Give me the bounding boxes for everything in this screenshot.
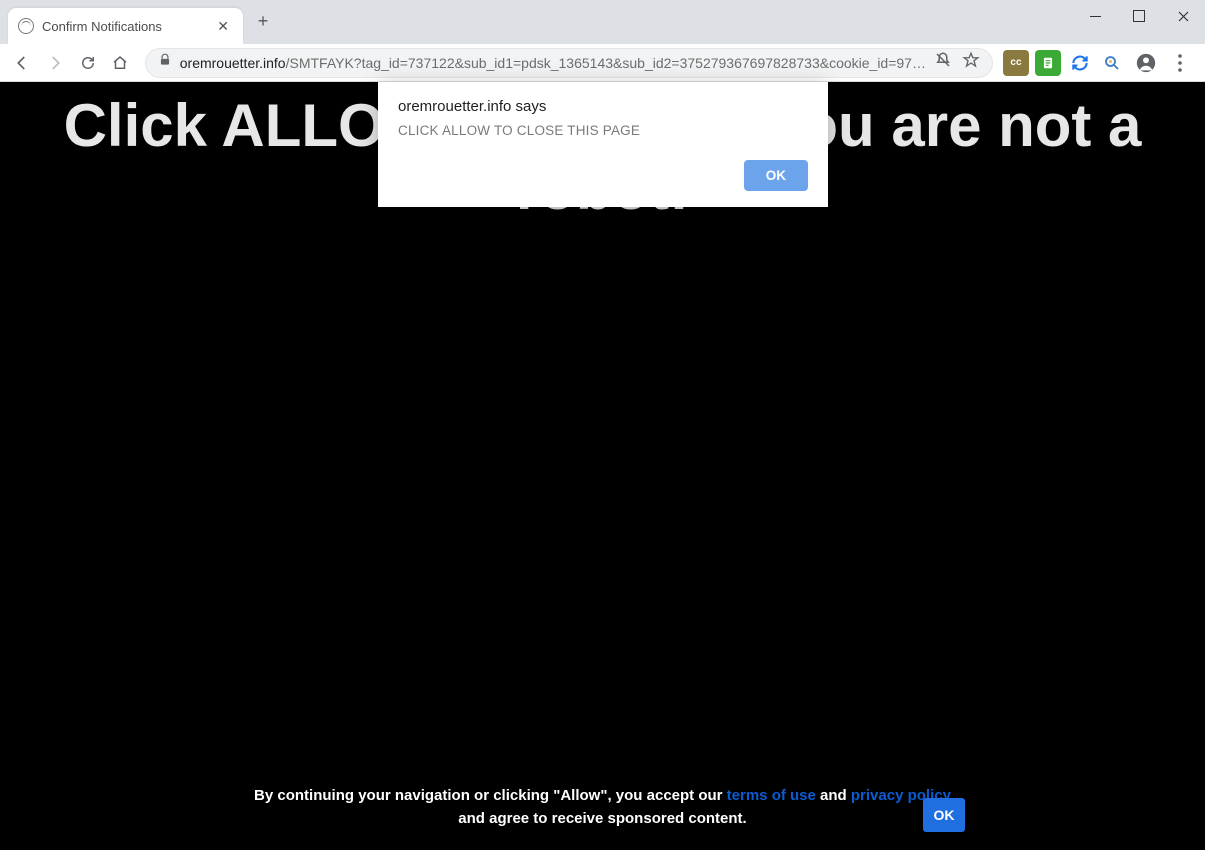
titlebar: Confirm Notifications ✕ + [0,0,1205,44]
browser-tab[interactable]: Confirm Notifications ✕ [8,8,243,44]
close-window-button[interactable] [1161,0,1205,32]
alert-ok-button[interactable]: OK [744,160,808,191]
extension-doc-icon[interactable] [1035,50,1061,76]
minimize-button[interactable] [1073,0,1117,32]
js-alert-dialog: oremrouetter.info says CLICK ALLOW TO CL… [378,82,828,207]
url-path: /SMTFAYK?tag_id=737122&sub_id1=pdsk_1365… [286,55,926,71]
omnibox-actions [934,51,980,74]
close-tab-icon[interactable]: ✕ [213,16,233,37]
forward-button[interactable] [41,48,70,78]
back-button[interactable] [8,48,37,78]
consent-ok-button[interactable]: OK [923,798,965,832]
profile-button[interactable] [1131,48,1161,78]
url-text: oremrouetter.info/SMTFAYK?tag_id=737122&… [180,55,926,71]
reload-button[interactable] [73,48,102,78]
tab-title: Confirm Notifications [42,19,205,34]
notification-muted-icon[interactable] [934,51,952,74]
new-tab-button[interactable]: + [249,7,277,35]
terms-link[interactable]: terms of use [727,787,816,804]
lock-icon [158,53,172,72]
address-bar[interactable]: oremrouetter.info/SMTFAYK?tag_id=737122&… [145,48,993,78]
home-button[interactable] [106,48,135,78]
alert-origin: oremrouetter.info says [398,98,808,115]
browser-toolbar: oremrouetter.info/SMTFAYK?tag_id=737122&… [0,44,1205,82]
toolbar-right: cc [1003,48,1197,78]
alert-message: CLICK ALLOW TO CLOSE THIS PAGE [398,123,808,138]
kebab-menu-icon[interactable] [1167,48,1193,78]
url-domain: oremrouetter.info [180,55,286,71]
star-icon[interactable] [962,51,980,74]
extension-sync-icon[interactable] [1067,50,1093,76]
consent-bar: By continuing your navigation or clickin… [0,771,1205,850]
window-controls [1073,0,1205,40]
extension-search-icon[interactable] [1099,50,1125,76]
maximize-button[interactable] [1117,0,1161,32]
extension-cc-icon[interactable]: cc [1003,50,1029,76]
consent-text: By continuing your navigation or clickin… [243,785,963,830]
globe-icon [18,18,34,34]
